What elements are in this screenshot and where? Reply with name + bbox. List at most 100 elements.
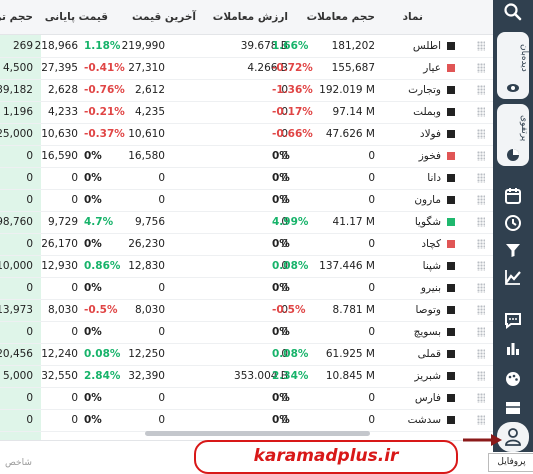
cell-close-price: 0 <box>71 172 78 184</box>
symbol-name[interactable]: وتجارت <box>381 79 441 101</box>
symbol-name[interactable]: وبملت <box>381 101 441 123</box>
table-row[interactable]: وتوصا8.781 M0-0.5%8,030-0.5%8,03013,973 <box>0 299 493 322</box>
cell-close-price: 12,240 <box>41 348 78 360</box>
drag-handle-icon[interactable] <box>477 261 485 271</box>
table-row[interactable]: اطلس 181,202 39.678 B 1.66% 219,990 1.18% 218,… <box>0 35 493 58</box>
symbol-name[interactable]: شپنا <box>381 255 441 277</box>
symbol-name[interactable]: فخوز <box>381 145 441 167</box>
cell-close-change-pct: 0.86% <box>84 260 121 272</box>
table-row[interactable]: فولاد47.626 M0-0.66%10,610-0.37%10,63025… <box>0 123 493 146</box>
symbol-name[interactable]: وتوصا <box>381 299 441 321</box>
table-row[interactable]: دانا 0 0 0% 0 0% 0 0 <box>0 167 493 190</box>
table-row[interactable]: قملی61.925 M00.08%12,2500.08%12,24020,45… <box>0 343 493 366</box>
header-value[interactable]: ارزش معاملات <box>208 0 288 34</box>
table-row[interactable]: فارس 0 0 0% 0 0% 0 0 <box>0 387 493 410</box>
symbol-name[interactable]: بسویچ <box>381 321 441 343</box>
drag-handle-icon[interactable] <box>477 217 485 227</box>
calendar-icon[interactable] <box>501 184 525 208</box>
tab-portfolio[interactable]: پرتفوی <box>497 104 529 166</box>
cell-last-change-pct: -0.66% <box>272 128 313 140</box>
horizontal-scrollbar[interactable] <box>145 431 370 436</box>
cell-volume-short: 0 <box>26 392 33 404</box>
cell-close-price: 0 <box>71 326 78 338</box>
market-watch-table: نماد حجم معاملات ارزش معاملات آخرین قیمت… <box>0 0 493 440</box>
table-row[interactable]: شبریز 10.845 M 353.004 B 2.34% 32,390 2.84% 32… <box>0 365 493 388</box>
drag-handle-icon[interactable] <box>477 393 485 403</box>
symbol-name[interactable]: شبریز <box>381 365 441 387</box>
table-row[interactable]: وتجارت192.019 M0-1.36%2,612-0.76%2,62839… <box>0 79 493 102</box>
search-icon[interactable] <box>501 0 525 24</box>
drag-handle-icon[interactable] <box>477 151 485 161</box>
drag-handle-icon[interactable] <box>477 129 485 139</box>
header-volume[interactable]: حجم معاملات <box>295 0 375 34</box>
drag-handle-icon[interactable] <box>477 41 485 51</box>
cell-close-change-pct: 0% <box>84 150 102 162</box>
table-row[interactable]: عیار 155,687 4.266 B -0.72% 27,310 -0.41% 27,3… <box>0 57 493 80</box>
tab-watchlist[interactable]: دیده‌بان <box>497 32 529 99</box>
drag-handle-icon[interactable] <box>477 327 485 337</box>
symbol-name[interactable]: کچاد <box>381 233 441 255</box>
drag-handle-icon[interactable] <box>477 173 485 183</box>
filter-icon[interactable] <box>501 238 525 262</box>
cell-last-change-pct: 1.66% <box>272 40 309 52</box>
cell-close-price: 4,233 <box>47 106 78 118</box>
cell-close-change-pct: 2.84% <box>84 370 121 382</box>
table-row[interactable]: مارون 0 0 0% 0 0% 0 0 <box>0 189 493 212</box>
cell-last-change-pct: 0% <box>272 414 290 426</box>
drag-handle-icon[interactable] <box>477 239 485 249</box>
cell-close-price: 12,930 <box>41 260 78 272</box>
drag-handle-icon[interactable] <box>477 415 485 425</box>
table-row[interactable]: فخوز 0 0 0% 16,580 0% 16,590 0 <box>0 145 493 168</box>
symbol-name[interactable]: شگویا <box>381 211 441 233</box>
cell-close-change-pct: 0% <box>84 172 102 184</box>
symbol-status-marker <box>447 372 455 380</box>
cell-last-change-pct: 2.34% <box>272 370 309 382</box>
cell-last-change-pct: -1.36% <box>272 84 313 96</box>
symbol-name[interactable]: بنیرو <box>381 277 441 299</box>
line-chart-icon[interactable] <box>501 265 525 289</box>
message-icon[interactable] <box>501 308 525 332</box>
table-row[interactable]: شگویا41.17 M04.99%9,7564.7%9,72998,760 <box>0 211 493 234</box>
table-row[interactable]: وبملت 97.14 M 0 -0.17% 4,235 -0.21% 4,233 1,196 <box>0 101 493 124</box>
cell-close-price: 10,630 <box>41 128 78 140</box>
drag-handle-icon[interactable] <box>477 195 485 205</box>
header-volume-short[interactable]: حجم تر <box>0 0 33 34</box>
layout-icon[interactable] <box>501 396 525 420</box>
table-row[interactable]: کچاد 0 0 0% 26,230 0% 26,170 0 <box>0 233 493 256</box>
table-row[interactable]: سدشت 0 0 0% 0 0% 0 0 <box>0 409 493 432</box>
header-close-price[interactable]: قیمت پایانی <box>33 0 108 34</box>
drag-handle-icon[interactable] <box>477 63 485 73</box>
symbol-name[interactable]: عیار <box>381 57 441 79</box>
drag-handle-icon[interactable] <box>477 107 485 117</box>
table-row[interactable]: بسویچ 0 0 0% 0 0% 0 0 <box>0 321 493 344</box>
drag-handle-icon[interactable] <box>477 305 485 315</box>
header-last-price[interactable]: آخرین قیمت <box>121 0 196 34</box>
symbol-status-marker <box>447 218 455 226</box>
table-row[interactable]: بنیرو 0 0 0% 0 0% 0 0 <box>0 277 493 300</box>
symbol-name[interactable]: قملی <box>381 343 441 365</box>
cell-volume-short: 39,182 <box>0 84 33 96</box>
bar-chart-icon[interactable] <box>501 336 525 360</box>
history-icon[interactable] <box>501 211 525 235</box>
symbol-name[interactable]: سدشت <box>381 409 441 431</box>
cell-close-change-pct: 0% <box>84 194 102 206</box>
bottom-index-label[interactable]: شاخص <box>5 458 32 468</box>
cell-volume-short: 4,500 <box>2 62 33 74</box>
cell-close-change-pct: -0.21% <box>84 106 125 118</box>
symbol-name[interactable]: مارون <box>381 189 441 211</box>
palette-icon[interactable] <box>501 367 525 391</box>
drag-handle-icon[interactable] <box>477 85 485 95</box>
drag-handle-icon[interactable] <box>477 283 485 293</box>
cell-volume-short: 0 <box>26 172 33 184</box>
symbol-name[interactable]: فولاد <box>381 123 441 145</box>
cell-close-change-pct: 0% <box>84 238 102 250</box>
symbol-name[interactable]: فارس <box>381 387 441 409</box>
cell-close-change-pct: 0% <box>84 392 102 404</box>
drag-handle-icon[interactable] <box>477 349 485 359</box>
symbol-name[interactable]: اطلس <box>381 35 441 57</box>
cell-volume-short: 98,760 <box>0 216 33 228</box>
symbol-name[interactable]: دانا <box>381 167 441 189</box>
cell-close-price: 0 <box>71 414 78 426</box>
drag-handle-icon[interactable] <box>477 371 485 381</box>
table-row[interactable]: شپنا137.446 M00.08%12,8300.86%12,93010,0… <box>0 255 493 278</box>
